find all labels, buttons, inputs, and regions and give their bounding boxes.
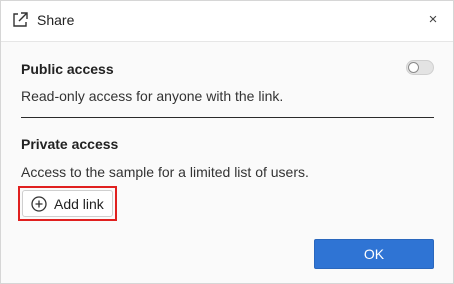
toggle-knob — [408, 62, 419, 73]
ok-button[interactable]: OK — [314, 239, 434, 269]
share-dialog: Share × Public access Read-only access f… — [0, 0, 454, 284]
plus-circle-icon — [31, 196, 47, 212]
private-access-title: Private access — [21, 136, 119, 152]
dialog-header: Share × — [1, 1, 453, 42]
section-divider — [21, 117, 434, 118]
dialog-title: Share — [37, 12, 75, 28]
add-link-label: Add link — [54, 196, 104, 212]
public-access-title: Public access — [21, 61, 114, 77]
public-access-description: Read-only access for anyone with the lin… — [21, 88, 284, 104]
dialog-body: Public access Read-only access for anyon… — [1, 42, 453, 283]
share-external-icon — [11, 11, 29, 29]
add-link-button[interactable]: Add link — [22, 190, 113, 217]
private-access-description: Access to the sample for a limited list … — [21, 164, 309, 180]
close-icon[interactable]: × — [425, 11, 441, 29]
public-access-toggle[interactable] — [406, 60, 434, 75]
